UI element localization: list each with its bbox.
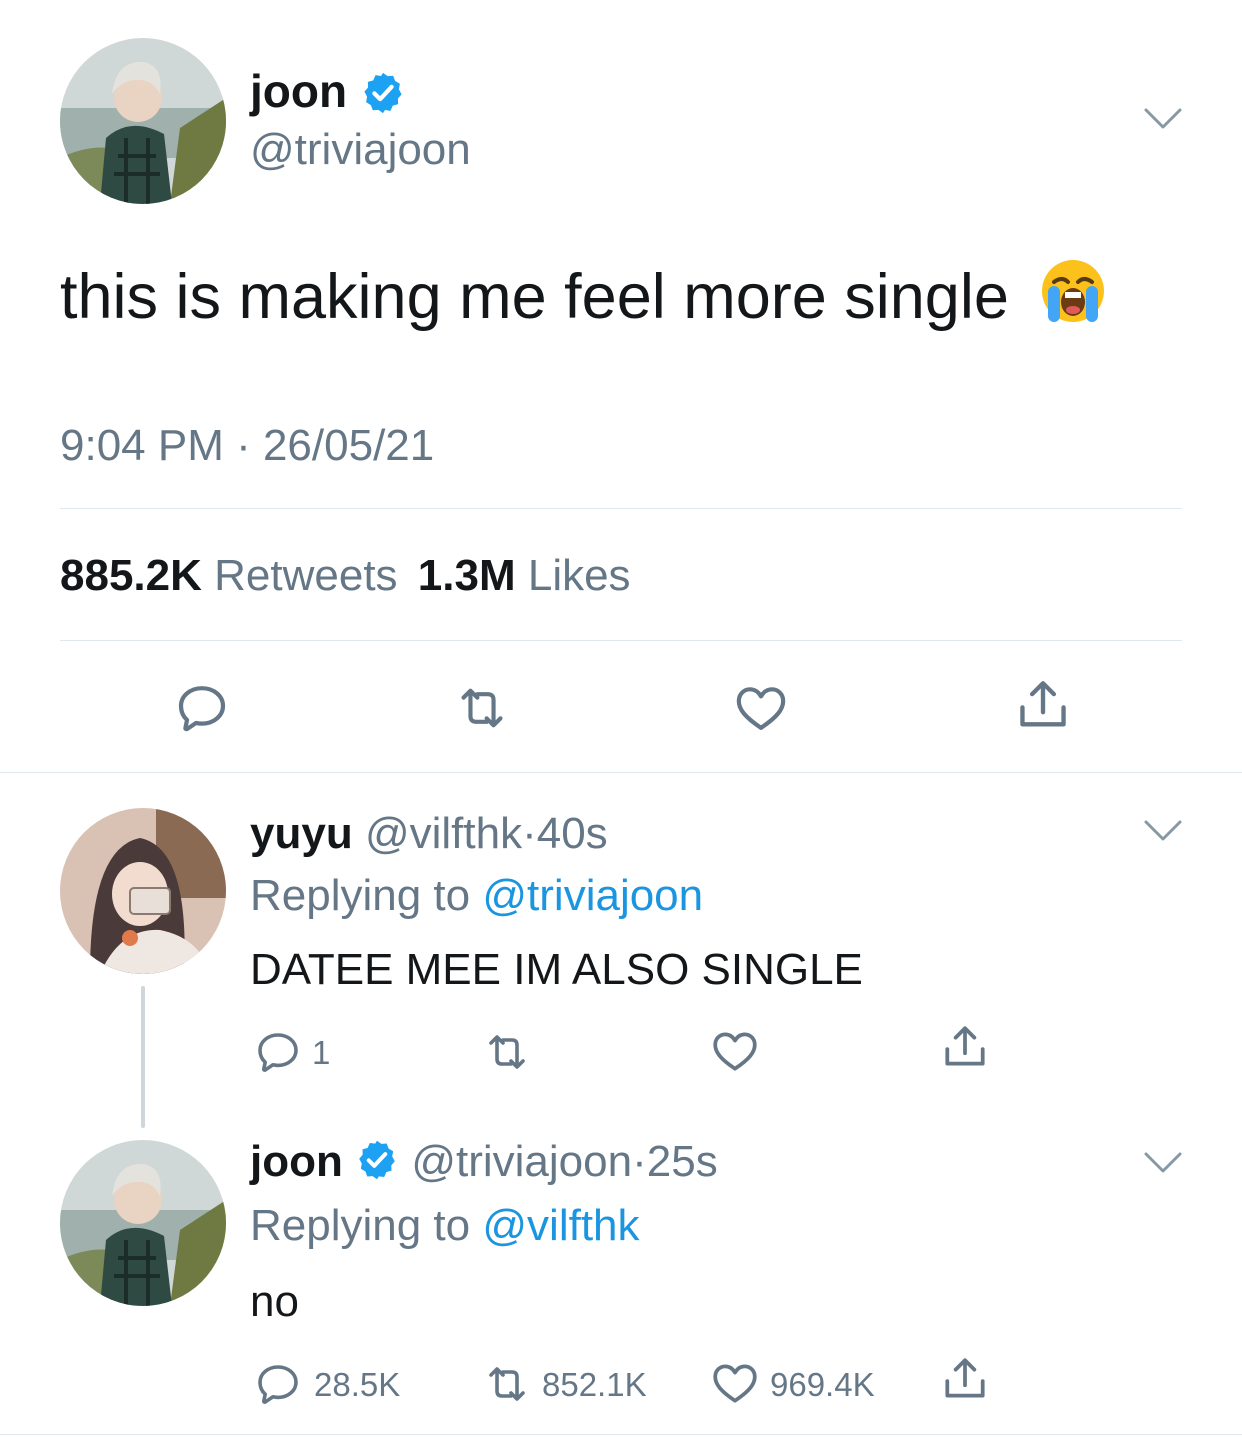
likes-label[interactable]: Likes (528, 551, 631, 600)
reply-handle[interactable]: @vilfthk (365, 809, 522, 858)
divider (60, 640, 1182, 641)
replying-to: Replying to @triviajoon (250, 870, 703, 922)
author-avatar[interactable] (60, 38, 226, 204)
divider (0, 1434, 1242, 1435)
reply-display-name[interactable]: yuyu (250, 809, 353, 858)
tweet-timestamp[interactable]: 9:04 PM · 26/05/21 (60, 420, 434, 472)
reply-text: no (250, 1277, 299, 1326)
reply-count: 1 (312, 1034, 331, 1071)
like-icon[interactable] (732, 680, 790, 736)
chevron-down-icon[interactable] (1143, 818, 1183, 844)
tweet-text: this is making me feel more single (60, 258, 1106, 334)
replying-to-prefix: Replying to (250, 871, 471, 920)
tweet-text-content: this is making me feel more single (60, 262, 1009, 332)
retweet-count: 852.1K (542, 1366, 647, 1403)
reply-display-name[interactable]: joon (250, 1137, 343, 1186)
verified-badge-icon (364, 72, 402, 114)
retweet-icon[interactable] (452, 680, 512, 736)
replying-to-link[interactable]: @triviajoon (482, 871, 703, 920)
share-icon[interactable] (940, 1354, 990, 1404)
replying-to: Replying to @vilfthk (250, 1200, 640, 1252)
retweet-icon[interactable] (480, 1028, 534, 1076)
author-display-name[interactable]: joon (250, 64, 347, 118)
reply-icon[interactable] (174, 680, 230, 736)
reply-time[interactable]: 40s (537, 809, 608, 858)
thread-connector-line (141, 986, 145, 1128)
like-icon[interactable] (710, 1358, 760, 1408)
reply-avatar-joon[interactable] (60, 1140, 226, 1306)
reply-time[interactable]: 25s (647, 1137, 718, 1186)
author-handle[interactable]: @triviajoon (250, 124, 471, 176)
divider (60, 508, 1182, 509)
replying-to-link[interactable]: @vilfthk (482, 1201, 639, 1250)
retweets-label[interactable]: Retweets (214, 551, 397, 600)
reply-header: joon @triviajoon·25s (250, 1136, 718, 1188)
retweets-count[interactable]: 885.2K (60, 551, 202, 600)
chevron-down-icon[interactable] (1143, 106, 1183, 132)
likes-count[interactable]: 1.3M (418, 551, 516, 600)
chevron-down-icon[interactable] (1143, 1150, 1183, 1176)
replying-to-prefix: Replying to (250, 1201, 471, 1250)
share-icon[interactable] (940, 1022, 990, 1072)
share-icon[interactable] (1014, 676, 1072, 734)
divider (0, 772, 1242, 773)
reply-handle[interactable]: @triviajoon (411, 1137, 632, 1186)
reply-icon[interactable] (254, 1028, 302, 1076)
verified-badge-icon (359, 1140, 395, 1180)
like-count: 969.4K (770, 1366, 875, 1403)
reply-header: yuyu @vilfthk·40s (250, 808, 608, 860)
loudly-crying-face-emoji (1042, 260, 1105, 322)
reply-count: 28.5K (314, 1366, 401, 1403)
like-icon[interactable] (710, 1026, 760, 1076)
retweet-icon[interactable] (480, 1360, 534, 1408)
reply-avatar-yuyu[interactable] (60, 808, 226, 974)
reply-text: DATEE MEE IM ALSO SINGLE (250, 945, 863, 994)
reply-separator: · (522, 809, 537, 858)
reply-icon[interactable] (254, 1360, 302, 1408)
reply-separator: · (632, 1137, 647, 1186)
tweet-stats: 885.2K Retweets 1.3M Likes (60, 550, 631, 602)
